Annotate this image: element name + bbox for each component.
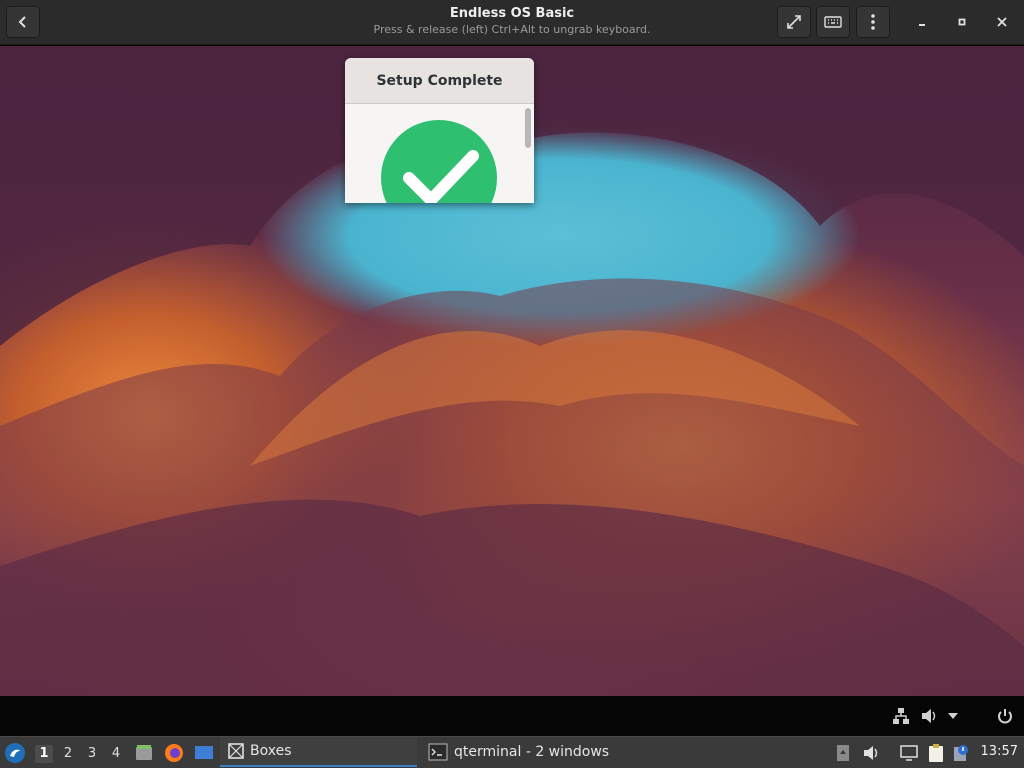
window-title-area: Endless OS Basic Press & release (left) …	[300, 6, 724, 37]
minimize-icon	[919, 24, 925, 26]
setup-complete-dialog: Setup Complete	[345, 58, 534, 203]
fullscreen-icon	[787, 15, 801, 29]
volume-icon[interactable]	[920, 706, 940, 726]
dropdown-arrow-icon[interactable]	[946, 706, 960, 726]
desktop-icon[interactable]	[193, 742, 215, 764]
checkmark-icon	[381, 120, 497, 203]
clock[interactable]: 13:57	[981, 744, 1018, 759]
dialog-title: Setup Complete	[345, 58, 534, 104]
terminal-icon	[428, 743, 448, 761]
keyboard-icon	[824, 16, 842, 28]
chevron-left-icon	[18, 16, 26, 28]
window-subtitle: Press & release (left) Ctrl+Alt to ungra…	[373, 23, 651, 36]
menu-button[interactable]	[856, 6, 890, 38]
task-boxes[interactable]: Boxes	[220, 737, 417, 767]
tray-display-icon[interactable]	[898, 742, 920, 764]
boxes-icon	[228, 743, 244, 759]
dialog-scrollbar[interactable]	[525, 108, 531, 148]
power-icon[interactable]	[996, 706, 1014, 726]
close-icon	[997, 17, 1007, 27]
firefox-icon[interactable]	[163, 742, 185, 764]
file-manager-icon[interactable]	[133, 742, 155, 764]
tray-volume-icon[interactable]	[861, 742, 883, 764]
host-taskbar: 1 2 3 4 Boxes qterminal - 2 windows 13:5…	[0, 736, 1024, 768]
window-titlebar: Endless OS Basic Press & release (left) …	[0, 0, 1024, 45]
workspace-3[interactable]: 3	[83, 745, 101, 763]
fullscreen-button[interactable]	[777, 6, 811, 38]
network-icon[interactable]	[892, 706, 910, 726]
maximize-icon	[958, 18, 966, 26]
vm-display[interactable]: Setup Complete	[0, 46, 1024, 696]
start-menu-icon[interactable]	[4, 742, 26, 764]
task-qterminal[interactable]: qterminal - 2 windows	[424, 737, 644, 767]
tray-clipboard-icon[interactable]	[925, 742, 947, 764]
minimize-button[interactable]	[908, 8, 936, 36]
workspace-1[interactable]: 1	[35, 745, 53, 763]
task-qterminal-label: qterminal - 2 windows	[454, 744, 610, 760]
task-boxes-label: Boxes	[250, 743, 292, 759]
tray-update-icon[interactable]	[950, 742, 972, 764]
tray-up-arrow-icon[interactable]	[832, 742, 854, 764]
more-vertical-icon	[871, 14, 875, 30]
workspace-4[interactable]: 4	[107, 745, 125, 763]
guest-panel	[0, 696, 1024, 736]
workspace-2[interactable]: 2	[59, 745, 77, 763]
keyboard-button[interactable]	[816, 6, 850, 38]
back-button[interactable]	[6, 6, 40, 38]
close-button[interactable]	[988, 8, 1016, 36]
window-title: Endless OS Basic	[449, 6, 575, 21]
maximize-button[interactable]	[948, 8, 976, 36]
